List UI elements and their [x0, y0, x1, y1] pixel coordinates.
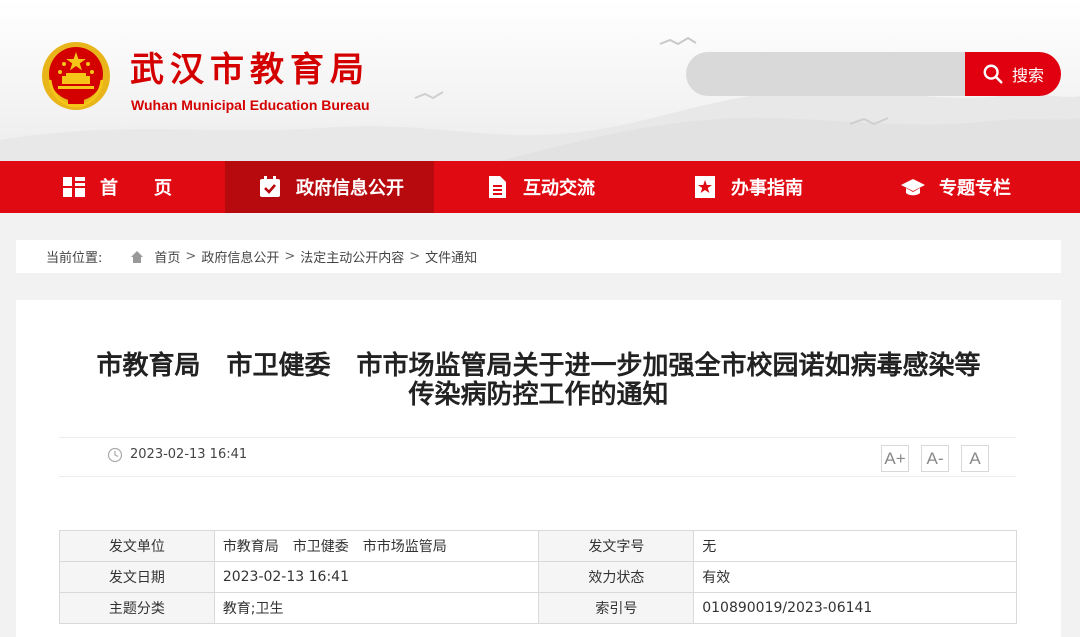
nav-item-guide[interactable]: 办事指南 [693, 161, 803, 213]
table-row: 发文日期 2023-02-13 16:41 效力状态 有效 [59, 561, 1017, 593]
table-value: 有效 [693, 561, 1017, 593]
breadcrumb-label: 当前位置: [46, 251, 103, 266]
breadcrumb-separator: > [409, 249, 421, 264]
nav-item-label: 政府信息公开 [296, 178, 404, 199]
document-info-table: 发文单位 市教育局 市卫健委 市市场监管局 发文字号 无 发文日期 2023-0… [59, 530, 1017, 624]
publish-date: 2023-02-13 16:41 [130, 447, 248, 462]
nav-item-label: 专题专栏 [939, 178, 1011, 199]
table-row: 主题分类 教育;卫生 索引号 010890019/2023-06141 [59, 592, 1017, 624]
table-key: 发文字号 [538, 530, 695, 562]
font-decrease-label: A- [926, 448, 944, 468]
font-reset-button[interactable]: A [961, 445, 989, 472]
table-key: 发文日期 [59, 561, 215, 593]
breadcrumb-link[interactable]: 政府信息公开 [201, 247, 279, 266]
main-nav: 首 页 政府信息公开 互动交流 办事指南 专题专栏 [0, 161, 1080, 213]
table-value: 教育;卫生 [213, 592, 540, 624]
table-key: 主题分类 [59, 592, 215, 624]
graduation-cap-icon [901, 175, 925, 199]
font-decrease-button[interactable]: A- [921, 445, 949, 472]
article-title: 市教育局 市卫健委 市市场监管局关于进一步加强全市校园诺如病毒感染等 传染病防控… [96, 351, 981, 410]
font-increase-label: A+ [884, 448, 906, 468]
national-emblem-icon [42, 42, 110, 110]
bookmark-star-icon [693, 175, 717, 199]
nav-item-special[interactable]: 专题专栏 [901, 161, 1011, 213]
breadcrumb-separator: > [185, 249, 197, 264]
breadcrumb-link[interactable]: 首页 [154, 247, 180, 266]
breadcrumb-separator: > [284, 249, 296, 264]
nav-item-label: 互动交流 [523, 178, 595, 199]
table-value: 2023-02-13 16:41 [213, 561, 540, 593]
font-increase-button[interactable]: A+ [881, 445, 909, 472]
calendar-check-icon [258, 175, 282, 199]
nav-item-label: 首 页 [100, 178, 172, 199]
site-subtitle: Wuhan Municipal Education Bureau [131, 97, 370, 113]
table-value: 市教育局 市卫健委 市市场监管局 [213, 530, 540, 562]
search-button[interactable]: 搜索 [965, 52, 1061, 96]
document-icon [485, 175, 509, 199]
search-input[interactable] [686, 52, 976, 96]
font-reset-label: A [969, 448, 981, 468]
home-icon [130, 250, 144, 264]
article-container: 市教育局 市卫健委 市市场监管局关于进一步加强全市校园诺如病毒感染等 传染病防控… [16, 300, 1061, 637]
site-title: 武汉市教育局 [130, 50, 370, 90]
search-button-label: 搜索 [1011, 66, 1044, 85]
home-grid-icon [62, 175, 86, 199]
breadcrumb-link[interactable]: 法定主动公开内容 [300, 247, 404, 266]
nav-item-label: 办事指南 [731, 178, 803, 199]
table-key: 效力状态 [538, 561, 695, 593]
table-key: 发文单位 [59, 530, 215, 562]
article-meta-bar: 2023-02-13 16:41 A+ A- A [59, 437, 1016, 477]
search-box: 搜索 [686, 52, 1061, 96]
search-icon [983, 64, 1003, 84]
breadcrumb: 当前位置: 首页 > 政府信息公开 > 法定主动公开内容 > 文件通知 [16, 240, 1061, 273]
table-row: 发文单位 市教育局 市卫健委 市市场监管局 发文字号 无 [59, 530, 1017, 562]
nav-item-home[interactable]: 首 页 [62, 161, 172, 213]
breadcrumb-link[interactable]: 文件通知 [425, 247, 477, 266]
table-key: 索引号 [538, 592, 695, 624]
nav-item-interaction[interactable]: 互动交流 [485, 161, 595, 213]
nav-item-gov-info[interactable]: 政府信息公开 [225, 161, 434, 213]
table-value: 无 [693, 530, 1017, 562]
table-value: 010890019/2023-06141 [693, 592, 1017, 624]
site-header: 武汉市教育局 Wuhan Municipal Education Bureau … [0, 0, 1080, 161]
clock-icon [107, 447, 123, 463]
